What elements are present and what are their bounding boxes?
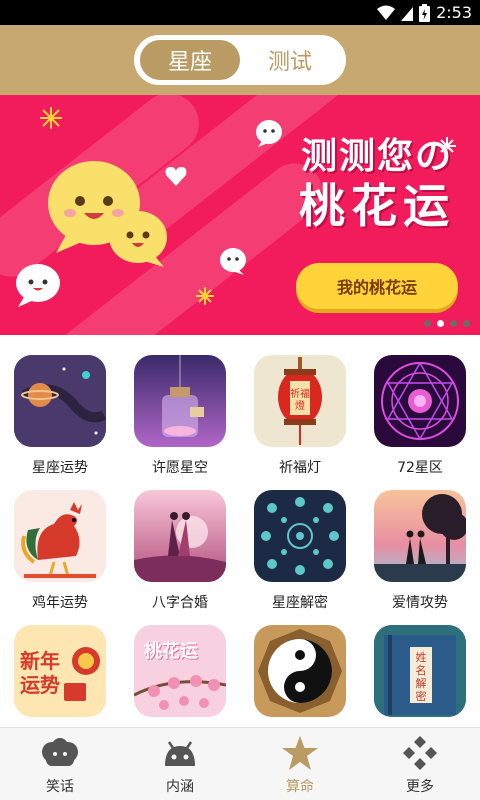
tile-text-new-year: 新年运势 (20, 649, 60, 697)
banner-headline-line1: 测测您の (300, 136, 453, 177)
page-dot-active[interactable] (437, 320, 444, 327)
nav-item-xiaohua[interactable]: 笑话 (0, 728, 120, 800)
grid-item-aiqing-gongshi[interactable]: 爱情攻势 (360, 470, 480, 611)
bottom-nav: 笑话 内涵 算命 更多 (0, 727, 480, 800)
chat-bubble-white-left (16, 264, 60, 307)
tab-ceshi[interactable]: 测试 (240, 40, 340, 80)
chat-bubble-white-top (256, 120, 282, 147)
clock: 2:53 (436, 3, 472, 22)
grid-item-72-xingqu[interactable]: 72星区 (360, 335, 480, 476)
banner-page-indicator (424, 320, 470, 327)
my-peach-luck-button[interactable]: 我的桃花运 (296, 263, 458, 309)
page-dot[interactable] (450, 320, 457, 327)
grid-item-xuyuan-xingkong[interactable]: 许愿星空 (120, 335, 240, 476)
grid-item-xingming-jiemi[interactable]: 姓名解密 (360, 605, 480, 727)
nav-label: 更多 (406, 779, 434, 795)
banner-headline: 测测您の 桃花运 (282, 135, 472, 233)
peach-blossom-icon: 桃花运 (134, 625, 226, 717)
signal-icon (401, 6, 414, 21)
page-dot[interactable] (463, 320, 470, 327)
wish-bottle-icon (134, 355, 226, 447)
new-year-fortune-icon: 新年运势 (14, 625, 106, 717)
couple-icon (134, 490, 226, 582)
banner-headline-line2: 桃花运 (299, 179, 455, 233)
love-tree-icon (374, 490, 466, 582)
grid-item-xinnian-yunshi[interactable]: 新年运势 (0, 605, 120, 727)
sparkle-icon (196, 287, 214, 305)
svg-text:燈: 燈 (295, 400, 305, 412)
cloud-face-icon (40, 736, 80, 770)
grid-item-qifu-deng[interactable]: 祈福 燈 祈福灯 (240, 335, 360, 476)
page-dot[interactable] (424, 320, 431, 327)
nav-label: 笑话 (46, 779, 74, 795)
chat-bubble-white-mid (220, 248, 246, 275)
feature-grid: 星座运势 许愿星空 祈福 燈 祈福灯 72星区 鸡年运势 八字合婚 星座解密 爱… (0, 335, 480, 727)
nav-label: 内涵 (166, 779, 194, 795)
grid-item-bazi-hehun[interactable]: 八字合婚 (120, 470, 240, 611)
tab-xingzuo[interactable]: 星座 (140, 40, 240, 80)
chat-bubble-face-small (109, 211, 167, 267)
lantern-icon: 祈福 燈 (254, 355, 346, 447)
segmented-tabs: 星座 测试 (134, 35, 346, 85)
diamond-grid-icon (400, 736, 440, 770)
tile-text-peach-blossom: 桃花运 (144, 641, 198, 662)
promo-banner[interactable]: 测测您の 桃花运 我的桃花运 (0, 95, 480, 335)
nav-item-neihan[interactable]: 内涵 (120, 728, 240, 800)
grid-item-yin-yang[interactable] (240, 605, 360, 727)
heart-icon (165, 167, 187, 186)
android-icon (160, 736, 200, 770)
battery-icon (419, 3, 431, 22)
rooster-icon (14, 490, 106, 582)
zodiac-circle-icon (374, 355, 466, 447)
nav-item-gengduo[interactable]: 更多 (360, 728, 480, 800)
yin-yang-icon (254, 625, 346, 717)
grid-item-xingzuo-jiemi[interactable]: 星座解密 (240, 470, 360, 611)
sparkle-icon (40, 107, 62, 129)
planet-orbit-icon (14, 355, 106, 447)
grid-item-taohua-yun[interactable]: 桃花运 (120, 605, 240, 727)
svg-text:祈福: 祈福 (290, 387, 310, 400)
grid-item-xingzuo-yunshi[interactable]: 星座运势 (0, 335, 120, 476)
status-icons: 2:53 (377, 3, 472, 22)
nav-item-suanming[interactable]: 算命 (240, 728, 360, 800)
tile-text-name-decode: 姓名解密 (415, 651, 427, 703)
zodiac-signs-icon (254, 490, 346, 582)
star-icon (280, 736, 320, 770)
status-bar: 2:53 (0, 0, 480, 25)
name-book-icon: 姓名解密 (374, 625, 466, 717)
wifi-icon (377, 5, 396, 20)
grid-item-jinian-yunshi[interactable]: 鸡年运势 (0, 470, 120, 611)
header: 星座 测试 (0, 25, 480, 95)
nav-label: 算命 (286, 779, 314, 795)
